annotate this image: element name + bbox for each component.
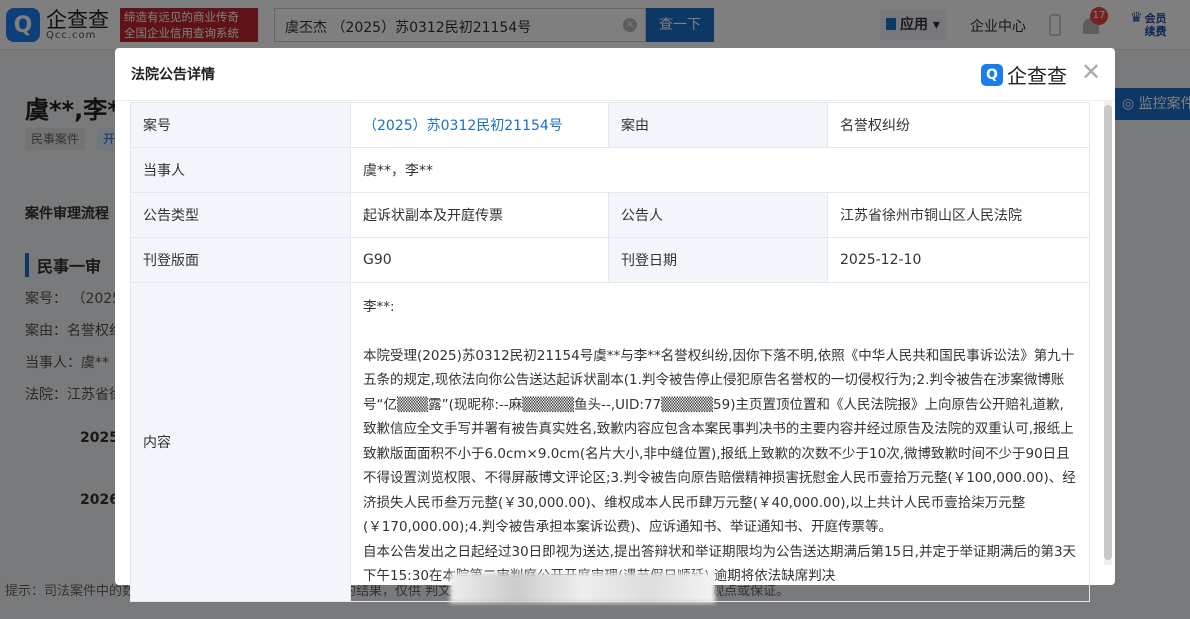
case-no-link[interactable]: （2025）苏0312民初21154号: [350, 102, 609, 148]
court-notice-modal: 法院公告详情 Q 企查查 ✕ 案号 （2025）苏0312民初21154号 案由 …: [115, 48, 1115, 602]
table-row: 内容 李**: 本院受理(2025)苏0312民初21154号虞**与李**名誉…: [130, 282, 1090, 602]
table-row: 公告类型 起诉状副本及开庭传票 公告人 江苏省徐州市铜山区人民法院: [130, 192, 1090, 238]
label-date: 刊登日期: [608, 237, 828, 283]
close-icon[interactable]: ✕: [1081, 60, 1101, 84]
scrollbar[interactable]: [1104, 100, 1112, 565]
content-body: 本院受理(2025)苏0312民初21154号虞**与李**名誉权纠纷,因你下落…: [363, 347, 1076, 536]
label-page: 刊登版面: [130, 237, 351, 283]
label-type: 公告类型: [130, 192, 351, 238]
content-greeting: 李**:: [363, 299, 395, 315]
redacted-watermark: [450, 573, 715, 603]
brand-text: 企查查: [1007, 64, 1067, 88]
scrollbar-thumb[interactable]: [1104, 105, 1112, 560]
value-type: 起诉状副本及开庭传票: [350, 192, 609, 238]
value-party: 虞**，李**: [350, 147, 1090, 193]
value-content: 李**: 本院受理(2025)苏0312民初21154号虞**与李**名誉权纠纷…: [350, 282, 1090, 602]
label-content: 内容: [130, 282, 351, 602]
table-row: 刊登版面 G90 刊登日期 2025-12-10: [130, 237, 1090, 283]
label-publisher: 公告人: [608, 192, 828, 238]
table-row: 当事人 虞**，李**: [130, 147, 1090, 193]
label-cause: 案由: [608, 102, 828, 148]
label-party: 当事人: [130, 147, 351, 193]
table-row: 案号 （2025）苏0312民初21154号 案由 名誉权纠纷: [130, 102, 1090, 148]
value-date: 2025-12-10: [827, 237, 1090, 283]
modal-title: 法院公告详情: [131, 67, 215, 83]
modal-brand-logo: Q 企查查: [981, 60, 1067, 89]
value-cause: 名誉权纠纷: [827, 102, 1090, 148]
value-publisher: 江苏省徐州市铜山区人民法院: [827, 192, 1090, 238]
label-case-no: 案号: [130, 102, 351, 148]
divider: [115, 100, 1115, 101]
qcc-logo-icon: Q: [981, 63, 1003, 86]
notice-table: 案号 （2025）苏0312民初21154号 案由 名誉权纠纷 当事人 虞**，…: [130, 102, 1090, 602]
value-page: G90: [350, 237, 609, 283]
